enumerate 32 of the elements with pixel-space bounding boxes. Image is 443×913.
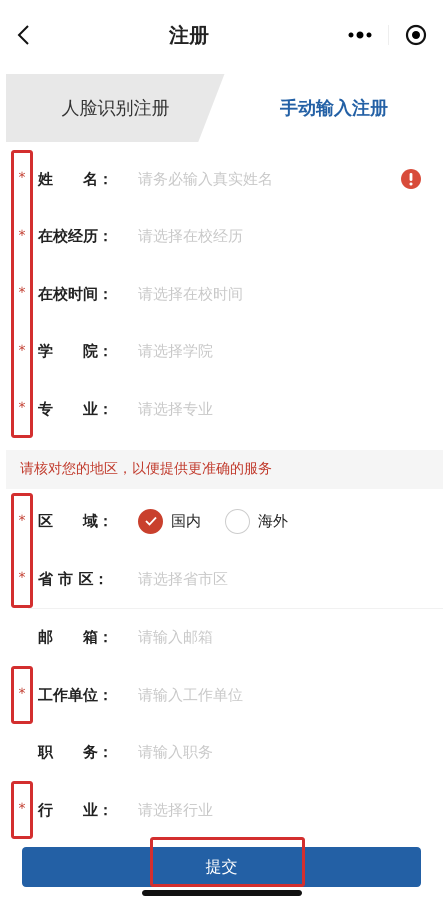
back-button[interactable]	[16, 24, 30, 46]
field-label: 省 市 区：	[38, 568, 110, 590]
notice-text: 请核对您的地区，以便提供更准确的服务	[6, 450, 443, 488]
required-mark: *	[18, 569, 26, 588]
required-mark: *	[18, 226, 26, 246]
radio-button[interactable]	[138, 508, 163, 534]
field-label: 职 务：	[38, 742, 114, 763]
field-label: 区 域：	[38, 511, 114, 532]
required-mark: *	[18, 685, 26, 704]
field-label: 专 业：	[38, 398, 114, 420]
radio-label[interactable]: 国内	[171, 510, 201, 532]
tab[interactable]: 人脸识别注册	[6, 74, 224, 142]
field-label: 工作单位：	[38, 684, 114, 706]
required-mark: *	[18, 800, 26, 820]
field-label: 在校经历：	[38, 226, 114, 247]
field-label: 学 院：	[38, 341, 114, 362]
close-target-icon[interactable]	[405, 24, 427, 46]
required-mark: *	[18, 399, 26, 418]
field-label: 行 业：	[38, 800, 114, 820]
required-mark: *	[18, 512, 26, 531]
required-mark: *	[18, 169, 26, 188]
field-label: 姓 名：	[38, 168, 114, 190]
tab[interactable]: 手动输入注册	[224, 74, 443, 142]
required-mark: *	[18, 342, 26, 361]
field-label: 邮 箱：	[38, 627, 114, 648]
radio-label[interactable]: 海外	[258, 510, 288, 532]
required-mark: *	[18, 284, 26, 304]
field-label: 在校时间：	[38, 284, 114, 304]
check-icon	[144, 516, 156, 526]
page-title: 注册	[169, 22, 209, 49]
more-icon[interactable]	[348, 31, 372, 39]
submit-button[interactable]: 提交	[22, 846, 421, 886]
